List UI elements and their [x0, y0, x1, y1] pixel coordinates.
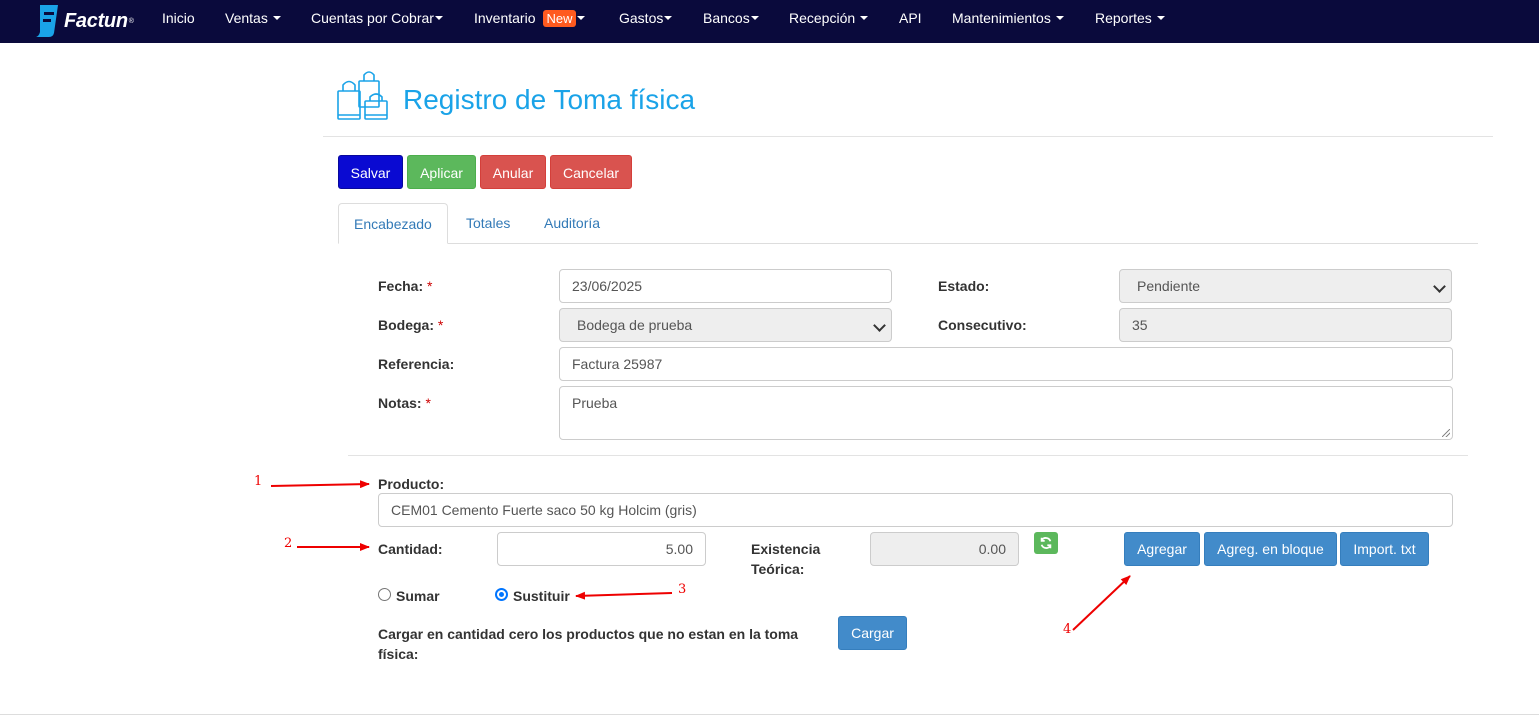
shopping-bags-icon	[337, 71, 388, 120]
chevron-down-icon	[873, 319, 886, 332]
referencia-input[interactable]: Factura 25987	[559, 347, 1453, 381]
logo-text: Factun	[64, 9, 128, 32]
referencia-label: Referencia:	[378, 356, 455, 372]
resize-handle-icon[interactable]	[1442, 429, 1450, 437]
cantidad-input[interactable]: 5.00	[497, 532, 706, 566]
import-txt-button[interactable]: Import. txt	[1340, 532, 1429, 566]
estado-select[interactable]: Pendiente	[1119, 269, 1452, 303]
caret-down-icon	[750, 16, 759, 20]
caret-down-icon	[1055, 16, 1064, 20]
notas-value: Prueba	[572, 395, 618, 411]
chevron-down-icon	[1433, 280, 1446, 293]
annotation-number: 4	[1063, 622, 1072, 637]
annotation-arrow-1	[270, 480, 370, 489]
apply-button[interactable]: Aplicar	[407, 155, 476, 189]
add-button[interactable]: Agregar	[1124, 532, 1200, 566]
required-mark: *	[437, 317, 444, 333]
producto-input[interactable]: CEM01 Cemento Fuerte saco 50 kg Holcim (…	[378, 493, 1453, 527]
tab-auditoria[interactable]: Auditoría	[529, 203, 615, 243]
fecha-label: Fecha: *	[378, 278, 433, 294]
annotation-number: 3	[678, 582, 687, 597]
nav-label: Ventas	[225, 10, 268, 26]
nav-label: Gastos	[619, 10, 664, 26]
annotation-arrow-4	[1072, 575, 1131, 631]
nav-inventario[interactable]: Inventario New	[474, 0, 585, 36]
save-button[interactable]: Salvar	[338, 155, 403, 189]
estado-label: Estado:	[938, 278, 990, 294]
add-bulk-button[interactable]: Agreg. en bloque	[1204, 532, 1337, 566]
notas-label: Notas: *	[378, 395, 431, 411]
nav-label: API	[899, 10, 922, 26]
form-divider	[348, 455, 1468, 456]
caret-down-icon	[576, 16, 585, 20]
nav-label: Cuentas por Cobrar	[311, 10, 434, 26]
nav-gastos[interactable]: Gastos	[619, 0, 673, 36]
annotation-number: 2	[284, 536, 293, 551]
factun-logo[interactable]: Factun ®	[34, 2, 134, 40]
nav-label: Bancos	[703, 10, 750, 26]
caret-down-icon	[1156, 16, 1165, 20]
nav-ventas[interactable]: Ventas	[225, 0, 281, 36]
cargar-description: Cargar en cantidad cero los productos qu…	[378, 626, 799, 662]
producto-label: Producto:	[378, 476, 445, 492]
sustituir-label[interactable]: Sustituir	[513, 587, 570, 605]
nav-label: Recepción	[789, 10, 856, 26]
new-badge: New	[543, 9, 576, 27]
nav-recepcion[interactable]: Recepción	[789, 0, 869, 36]
sumar-label[interactable]: Sumar	[396, 587, 440, 605]
annotation-number: 1	[254, 474, 263, 489]
annul-button[interactable]: Anular	[480, 155, 546, 189]
nav-cuentas-por-cobrar[interactable]: Cuentas por Cobrar	[311, 0, 443, 36]
nav-label: Mantenimientos	[952, 10, 1051, 26]
nav-bancos[interactable]: Bancos	[703, 0, 759, 36]
bodega-value: Bodega de prueba	[577, 317, 693, 333]
cargar-button[interactable]: Cargar	[838, 616, 907, 650]
required-mark: *	[425, 395, 431, 411]
top-navbar: Factun ® Inicio Ventas Cuentas por Cobra…	[0, 0, 1539, 43]
refresh-icon	[1040, 537, 1052, 549]
annotation-arrow-3	[575, 591, 673, 600]
page-title: Registro de Toma física	[403, 84, 696, 115]
caret-down-icon	[434, 16, 443, 20]
nav-inicio[interactable]: Inicio	[162, 0, 195, 36]
nav-api[interactable]: API	[899, 0, 922, 36]
caret-down-icon	[272, 16, 281, 20]
sustituir-radio[interactable]	[495, 588, 508, 601]
tab-totales[interactable]: Totales	[451, 203, 525, 243]
tabs-divider	[338, 243, 1478, 244]
cancel-button[interactable]: Cancelar	[550, 155, 632, 189]
existencia-label: Existencia Teórica:	[751, 541, 821, 577]
caret-down-icon	[860, 16, 869, 20]
nav-label: Inicio	[162, 10, 195, 26]
consecutivo-input[interactable]: 35	[1119, 308, 1452, 342]
nav-label: Reportes	[1095, 10, 1152, 26]
sumar-radio[interactable]	[378, 588, 391, 601]
bodega-select[interactable]: Bodega de prueba	[559, 308, 892, 342]
header-divider	[323, 136, 1493, 137]
caret-down-icon	[664, 16, 673, 20]
logo-registered-mark: ®	[128, 17, 134, 25]
nav-reportes[interactable]: Reportes	[1095, 0, 1165, 36]
tab-encabezado[interactable]: Encabezado	[338, 203, 448, 244]
factun-logo-icon	[36, 5, 58, 37]
notas-textarea[interactable]: Prueba	[559, 386, 1453, 440]
existencia-input: 0.00	[870, 532, 1019, 566]
estado-value: Pendiente	[1137, 278, 1201, 294]
cantidad-label: Cantidad:	[378, 541, 443, 557]
nav-label: Inventario	[474, 10, 536, 26]
footer-divider	[0, 714, 1539, 715]
consecutivo-label: Consecutivo:	[938, 317, 1027, 333]
required-mark: *	[427, 278, 433, 294]
fecha-input[interactable]: 23/06/2025	[559, 269, 892, 303]
nav-mantenimientos[interactable]: Mantenimientos	[952, 0, 1064, 36]
refresh-button[interactable]	[1034, 532, 1058, 554]
bodega-label: Bodega: *	[378, 317, 444, 333]
